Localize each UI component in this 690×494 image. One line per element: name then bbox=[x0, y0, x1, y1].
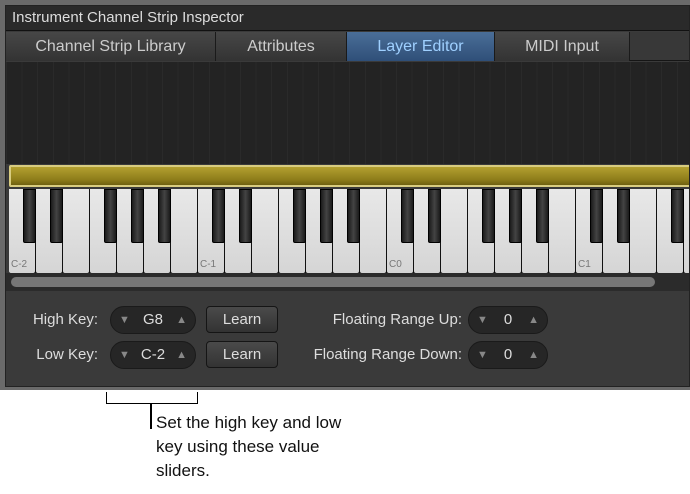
high-key-value: G8 bbox=[142, 311, 163, 328]
callout-bracket bbox=[106, 392, 198, 404]
octave-label: C0 bbox=[389, 259, 402, 270]
black-key[interactable] bbox=[131, 189, 144, 243]
window-title: Instrument Channel Strip Inspector bbox=[6, 6, 689, 31]
tab-channel-strip-library[interactable]: Channel Strip Library bbox=[6, 32, 216, 61]
white-key[interactable] bbox=[252, 189, 278, 273]
black-key[interactable] bbox=[158, 189, 171, 243]
floating-range-down-stepper[interactable]: ▼ 0 ▲ bbox=[468, 341, 548, 369]
inspector-panel: Instrument Channel Strip Inspector Chann… bbox=[5, 5, 690, 387]
white-key[interactable] bbox=[171, 189, 197, 273]
callout-line bbox=[150, 404, 152, 429]
white-key[interactable] bbox=[441, 189, 467, 273]
high-key-row: High Key: ▼ G8 ▲ Learn Floating Range Up… bbox=[6, 306, 689, 334]
black-key[interactable] bbox=[428, 189, 441, 243]
increment-icon[interactable]: ▲ bbox=[176, 342, 187, 368]
black-key[interactable] bbox=[104, 189, 117, 243]
octave-label: C-2 bbox=[11, 259, 28, 270]
piano-keyboard[interactable]: C-2 C-1 C0 C1 bbox=[9, 189, 689, 273]
white-key[interactable] bbox=[684, 189, 689, 273]
octave-label: C1 bbox=[578, 259, 591, 270]
white-key[interactable] bbox=[549, 189, 575, 273]
layer-grid bbox=[6, 62, 689, 164]
tab-layer-editor[interactable]: Layer Editor bbox=[347, 32, 495, 61]
black-key[interactable] bbox=[239, 189, 252, 243]
floating-range-up-stepper[interactable]: ▼ 0 ▲ bbox=[468, 306, 548, 334]
low-key-row: Low Key: ▼ C-2 ▲ Learn Floating Range Do… bbox=[6, 341, 689, 369]
tab-bar: Channel Strip Library Attributes Layer E… bbox=[6, 32, 689, 61]
increment-icon[interactable]: ▲ bbox=[528, 307, 539, 333]
black-key[interactable] bbox=[509, 189, 522, 243]
low-key-value: C-2 bbox=[140, 346, 166, 363]
low-key-label: Low Key: bbox=[36, 346, 98, 363]
increment-icon[interactable]: ▲ bbox=[176, 307, 187, 333]
decrement-icon[interactable]: ▼ bbox=[119, 307, 130, 333]
floating-range-down-value: 0 bbox=[503, 346, 513, 363]
black-key[interactable] bbox=[347, 189, 360, 243]
floating-range-up-value: 0 bbox=[503, 311, 513, 328]
white-key[interactable] bbox=[63, 189, 89, 273]
floating-range-up-label: Floating Range Up: bbox=[332, 311, 462, 328]
white-key[interactable] bbox=[630, 189, 656, 273]
horizontal-scrollbar[interactable] bbox=[6, 273, 689, 291]
callout-text: Set the high key and low key using these… bbox=[156, 413, 342, 480]
low-key-learn-button[interactable]: Learn bbox=[206, 341, 278, 368]
black-key[interactable] bbox=[320, 189, 333, 243]
decrement-icon[interactable]: ▼ bbox=[119, 342, 130, 368]
high-key-stepper[interactable]: ▼ G8 ▲ bbox=[110, 306, 196, 334]
scrollbar-thumb[interactable] bbox=[11, 277, 655, 287]
floating-range-down-label: Floating Range Down: bbox=[313, 346, 462, 363]
tab-midi-input[interactable]: MIDI Input bbox=[495, 32, 630, 61]
high-key-label: High Key: bbox=[32, 311, 98, 328]
black-key[interactable] bbox=[617, 189, 630, 243]
decrement-icon[interactable]: ▼ bbox=[477, 307, 488, 333]
black-key[interactable] bbox=[293, 189, 306, 243]
black-key[interactable] bbox=[50, 189, 63, 243]
tab-attributes[interactable]: Attributes bbox=[216, 32, 347, 61]
black-key[interactable] bbox=[212, 189, 225, 243]
black-key[interactable] bbox=[482, 189, 495, 243]
black-key[interactable] bbox=[536, 189, 549, 243]
black-key[interactable] bbox=[401, 189, 414, 243]
white-key[interactable] bbox=[360, 189, 386, 273]
increment-icon[interactable]: ▲ bbox=[528, 342, 539, 368]
low-key-stepper[interactable]: ▼ C-2 ▲ bbox=[110, 341, 196, 369]
high-key-learn-button[interactable]: Learn bbox=[206, 306, 278, 333]
black-key[interactable] bbox=[23, 189, 36, 243]
key-range-bar[interactable] bbox=[9, 165, 689, 187]
black-key[interactable] bbox=[590, 189, 603, 243]
inspector-window: Instrument Channel Strip Inspector Chann… bbox=[0, 0, 690, 390]
octave-label: C-1 bbox=[200, 259, 217, 270]
black-key[interactable] bbox=[671, 189, 684, 243]
decrement-icon[interactable]: ▼ bbox=[477, 342, 488, 368]
